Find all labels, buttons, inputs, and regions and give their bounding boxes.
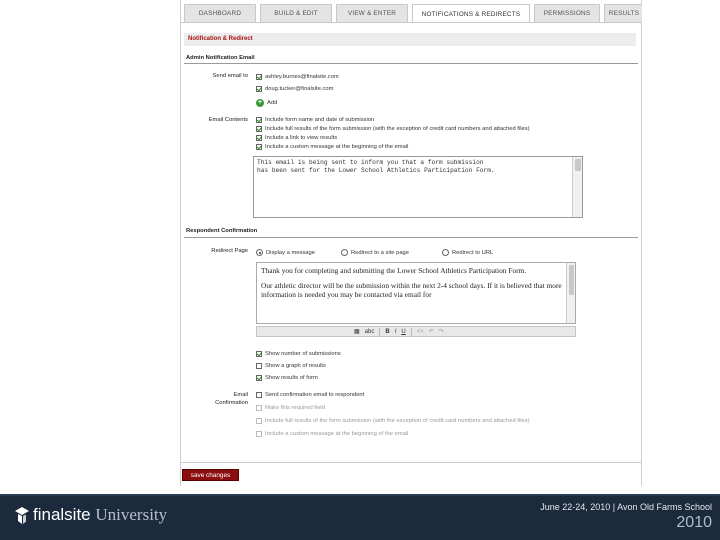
frame-border-right: [641, 0, 642, 486]
save-changes-button[interactable]: save changes: [182, 469, 239, 481]
confirm-option-4: Include a custom message at the beginnin…: [256, 431, 408, 437]
image-icon[interactable]: ▦: [354, 328, 360, 335]
finalsite-logo-icon: [15, 507, 29, 524]
admin-heading: Admin Notification Email: [186, 55, 255, 61]
redirect-page-radio[interactable]: [341, 249, 348, 256]
tab-bar: DASHBOARD BUILD & EDIT VIEW & ENTER NOTI…: [180, 4, 642, 22]
email-contents-label: Email Contents: [208, 117, 248, 123]
email-row-2: doug.tucker@finalsite.com: [256, 86, 333, 92]
content-option-4: Include a custom message at the beginnin…: [256, 144, 408, 150]
add-label: Add: [267, 100, 278, 106]
required-field-text: Make this required field: [265, 405, 325, 411]
confirm-option-1: Send confirmation email to respondent: [256, 392, 364, 398]
email-1-checkbox[interactable]: [256, 74, 262, 80]
content-2-checkbox[interactable]: [256, 126, 262, 132]
footer-brand: finalsite University: [33, 505, 167, 525]
show-submissions-text: Show number of submissions: [265, 351, 341, 357]
editor-paragraph-2: Our athletic director will be the submis…: [261, 281, 562, 299]
event-year: 2010: [676, 514, 712, 531]
editor-toolbar: ▦ abc B I U <> ↶ ↷: [256, 326, 576, 337]
confirm-option-2: Make this required field: [256, 405, 325, 411]
required-field-checkbox[interactable]: [256, 405, 262, 411]
show-graph-text: Show a graph of results: [265, 363, 326, 369]
redirect-option-url[interactable]: Redirect to URL: [442, 249, 493, 256]
underline-button[interactable]: U: [401, 329, 405, 335]
respondent-divider: [184, 237, 638, 238]
event-details: June 22-24, 2010 | Avon Old Farms School: [540, 502, 712, 512]
content-1-text: Include form name and date of submission: [265, 117, 375, 123]
tab-notifications-redirects[interactable]: NOTIFICATIONS & REDIRECTS: [412, 4, 530, 22]
respondent-heading: Respondent Confirmation: [186, 228, 258, 234]
tab-build-edit[interactable]: BUILD & EDIT: [260, 4, 332, 22]
textarea-scroll-thumb[interactable]: [575, 159, 581, 171]
brand-university: University: [95, 505, 168, 524]
content-4-checkbox[interactable]: [256, 144, 262, 150]
content-option-3: Include a link to view results: [256, 135, 337, 141]
editor-scroll-thumb[interactable]: [569, 265, 574, 295]
confirm-custom-message-checkbox[interactable]: [256, 431, 262, 437]
display-option-1: Show number of submissions: [256, 351, 341, 357]
editor-paragraph-1: Thank you for completing and submitting …: [261, 266, 527, 275]
redirect-page-text: Redirect to a site page: [351, 249, 410, 256]
redirect-message-radio[interactable]: [256, 249, 263, 256]
content-option-2: Include full results of the form submiss…: [256, 126, 530, 132]
confirm-full-results-text: Include full results of the form submiss…: [265, 418, 530, 424]
admin-divider: [184, 63, 638, 64]
email-row-1: ashley.burnes@finalsite.com: [256, 74, 339, 80]
textarea-scrollbar[interactable]: [572, 157, 582, 217]
email-confirmation-label: Email Confirmation: [215, 392, 248, 406]
italic-button[interactable]: I: [395, 329, 397, 335]
content-4-text: Include a custom message at the beginnin…: [265, 144, 409, 150]
html-source-button[interactable]: <>: [417, 329, 424, 335]
redirect-option-page[interactable]: Redirect to a site page: [341, 249, 409, 256]
show-results-text: Show results of form: [265, 375, 318, 381]
tab-results[interactable]: RESULTS: [604, 4, 642, 22]
custom-message-textarea[interactable]: This email is being sent to inform you t…: [253, 156, 583, 218]
spellcheck-button[interactable]: abc: [365, 329, 375, 335]
show-graph-checkbox[interactable]: [256, 363, 262, 369]
confirm-full-results-checkbox[interactable]: [256, 418, 262, 424]
redirect-url-text: Redirect to URL: [452, 249, 494, 256]
tab-view-enter[interactable]: VIEW & ENTER: [336, 4, 408, 22]
redirect-page-label: Redirect Page: [211, 248, 248, 254]
send-to-label: Send email to: [212, 73, 248, 79]
send-confirmation-text: Send confirmation email to respondent: [265, 392, 365, 398]
redirect-option-message[interactable]: Display a message: [256, 249, 315, 256]
display-option-2: Show a graph of results: [256, 363, 326, 369]
content-option-1: Include form name and date of submission: [256, 117, 374, 123]
tab-dashboard[interactable]: DASHBOARD: [184, 4, 256, 22]
brand-name: finalsite: [33, 505, 91, 524]
show-submissions-checkbox[interactable]: [256, 351, 262, 357]
frame-border-left: [180, 0, 181, 486]
email-2-checkbox[interactable]: [256, 86, 262, 92]
add-email-link[interactable]: + Add: [256, 99, 277, 107]
app-frame: [180, 0, 642, 490]
display-option-3: Show results of form: [256, 375, 318, 381]
editor-scrollbar[interactable]: [566, 263, 575, 323]
content-3-checkbox[interactable]: [256, 135, 262, 141]
redirect-url-radio[interactable]: [442, 249, 449, 256]
confirmation-message-editor[interactable]: Thank you for completing and submitting …: [256, 262, 576, 324]
tab-underline: [180, 22, 642, 23]
footer-top-edge: [0, 494, 720, 496]
plus-icon: +: [256, 99, 264, 107]
send-confirmation-checkbox[interactable]: [256, 392, 262, 398]
confirm-option-3: Include full results of the form submiss…: [256, 418, 530, 424]
show-results-checkbox[interactable]: [256, 375, 262, 381]
email-1-text: ashley.burnes@finalsite.com: [265, 74, 339, 80]
redo-icon[interactable]: ↷: [439, 328, 444, 335]
content-1-checkbox[interactable]: [256, 117, 262, 123]
content-3-text: Include a link to view results: [265, 135, 338, 141]
undo-icon[interactable]: ↶: [429, 328, 434, 335]
section-title: Notification & Redirect: [184, 33, 636, 46]
redirect-message-text: Display a message: [266, 249, 315, 256]
form-bottom-divider: [180, 462, 642, 463]
bold-button[interactable]: B: [385, 329, 389, 335]
content-2-text: Include full results of the form submiss…: [265, 126, 530, 132]
confirm-custom-message-text: Include a custom message at the beginnin…: [265, 431, 409, 437]
email-2-text: doug.tucker@finalsite.com: [265, 86, 334, 92]
tab-permissions[interactable]: PERMISSIONS: [534, 4, 600, 22]
